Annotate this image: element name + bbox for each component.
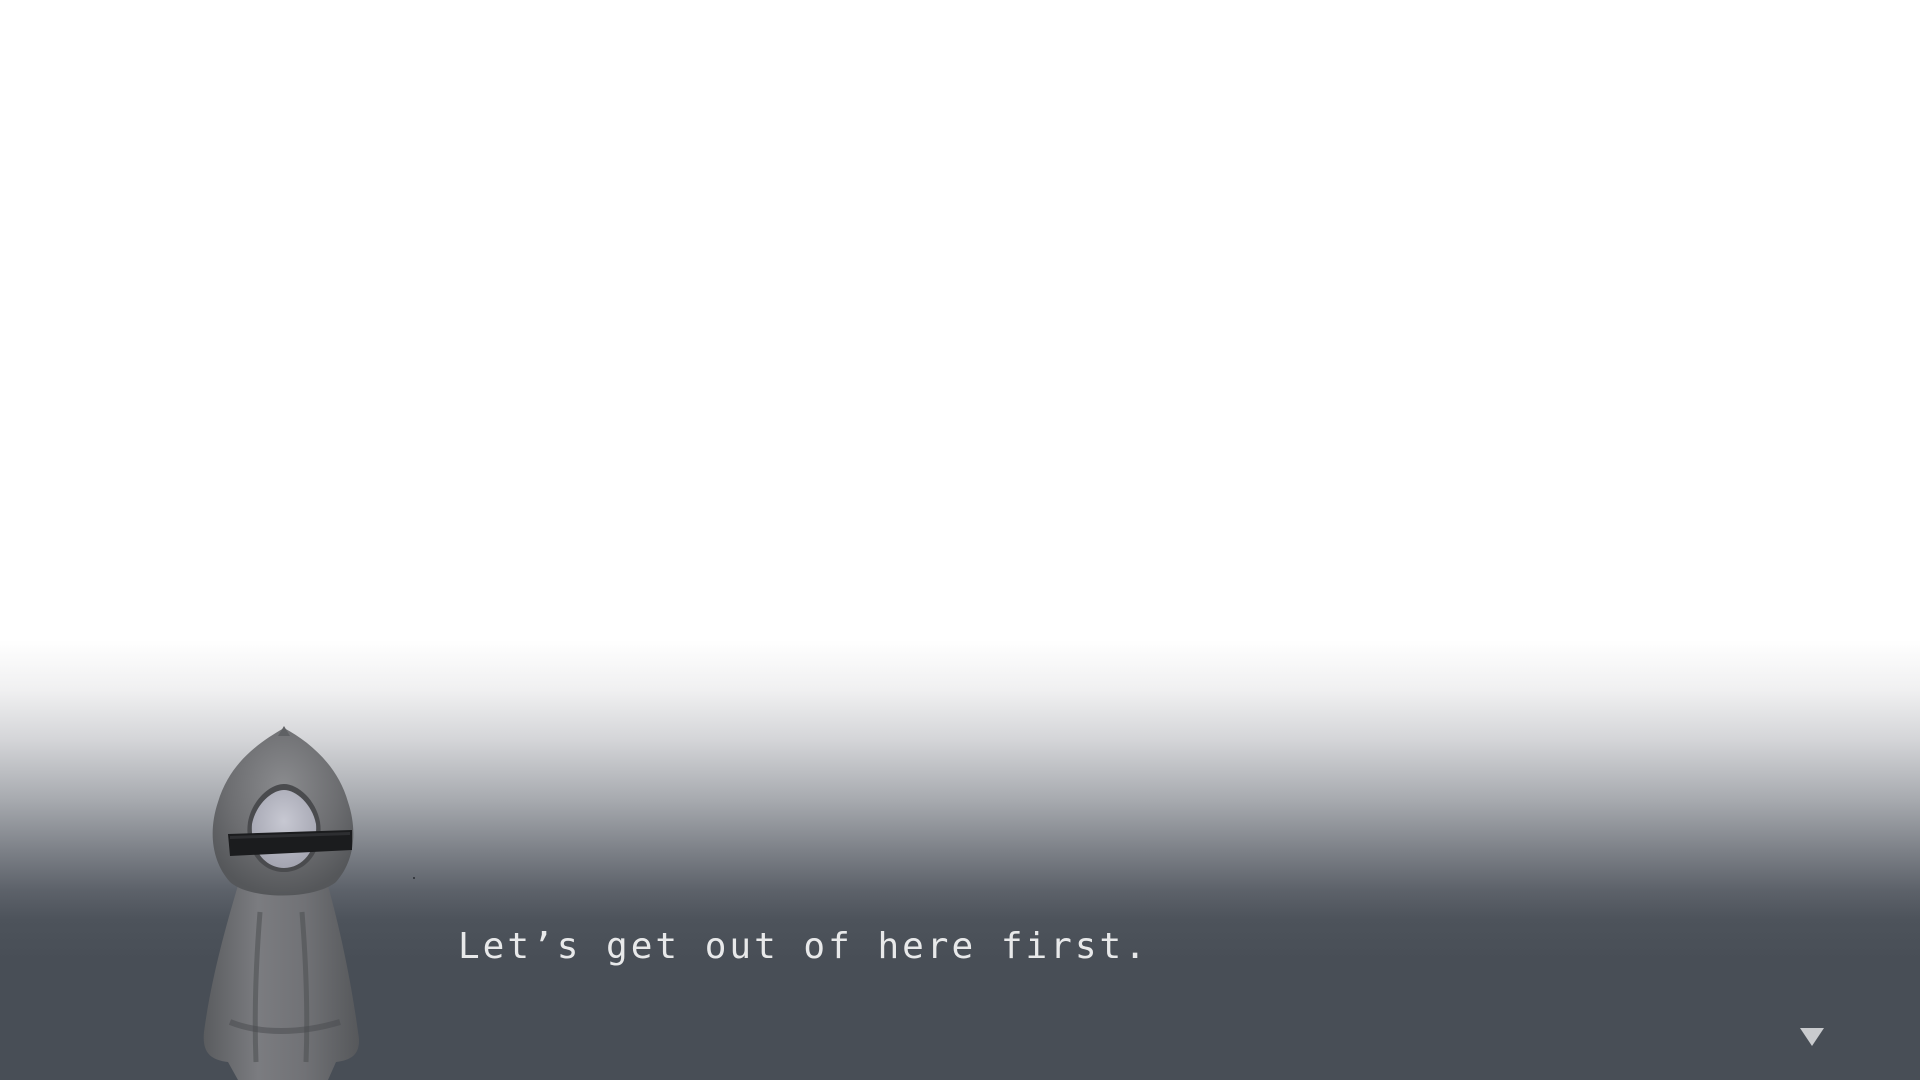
dialogue-text: Let’s get out of here first. <box>458 926 1149 967</box>
game-scene[interactable]: Let’s get out of here first. <box>0 0 1920 1080</box>
down-triangle-icon[interactable] <box>1798 1026 1826 1048</box>
hooded-figure-portrait <box>190 722 390 1080</box>
dust-speck <box>413 877 415 879</box>
